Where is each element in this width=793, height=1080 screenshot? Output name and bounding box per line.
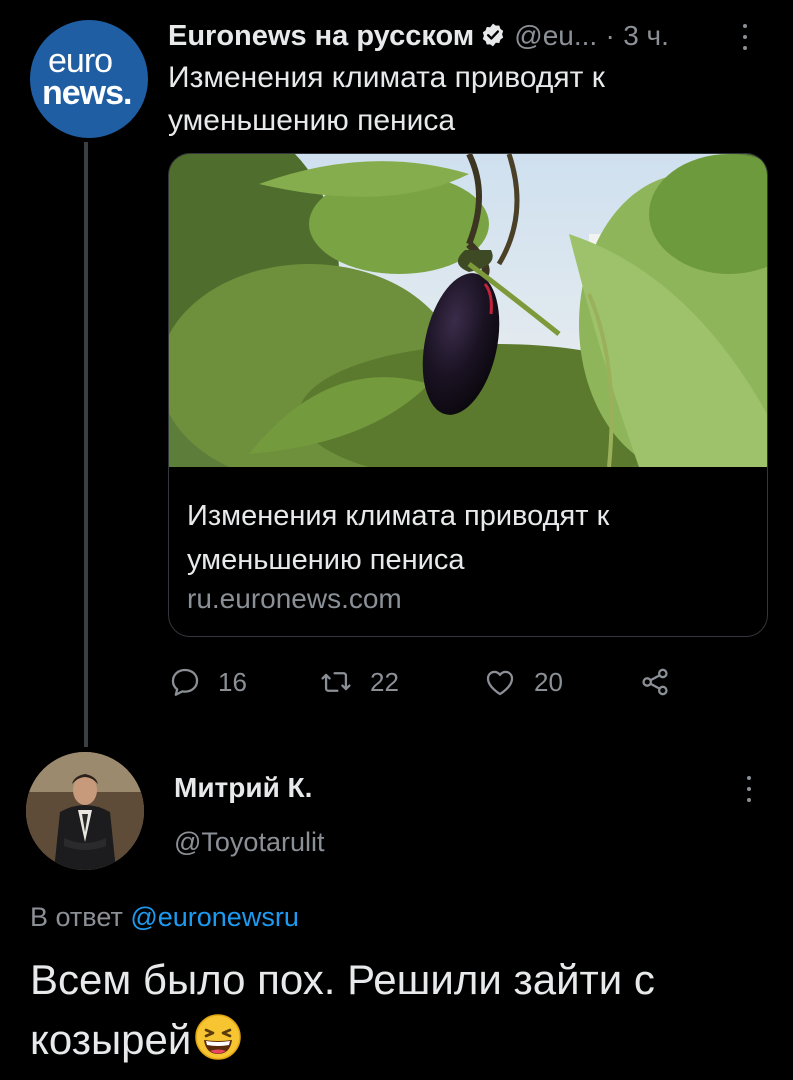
card-title: Изменения климата приводят к уменьшению …: [187, 500, 610, 576]
tweet-text: Изменения климата приводят к уменьшению …: [168, 61, 605, 137]
reply-to-line: В ответ @euronewsru: [30, 899, 299, 935]
tweet-author-handle[interactable]: @eu...: [514, 20, 597, 51]
avatar-logo-line2: news.: [42, 74, 132, 112]
user-avatar[interactable]: [26, 752, 144, 870]
retweet-icon: [321, 672, 351, 692]
reply-text-body: Всем было пох. Решили зайти с козырей: [30, 956, 655, 1063]
retweet-count: 22: [370, 666, 399, 697]
reply-to-prefix: В ответ: [30, 902, 123, 932]
like-count: 20: [534, 666, 563, 697]
reply-author-handle[interactable]: @Toyotarulit: [174, 824, 324, 860]
retweet-button[interactable]: 22: [318, 662, 399, 702]
heart-icon: [486, 670, 514, 696]
reply-to-mention-link[interactable]: @euronewsru: [130, 902, 299, 932]
grinning-squinting-face-icon: [193, 1012, 243, 1062]
verified-badge-icon: [480, 19, 506, 59]
like-button[interactable]: 20: [482, 662, 563, 702]
euronews-avatar[interactable]: euro news.: [30, 20, 148, 138]
reply-icon: [171, 668, 199, 696]
tweet-author-name[interactable]: Euronews на русском: [168, 20, 474, 52]
reply-more-options-icon[interactable]: [742, 774, 756, 804]
eggplant-photo-image: [169, 154, 767, 467]
tweet-more-options-icon[interactable]: [738, 22, 752, 52]
tweet-timestamp[interactable]: 3 ч.: [623, 20, 669, 51]
card-domain: ru.euronews.com: [187, 583, 402, 614]
link-preview-card[interactable]: Изменения климата приводят к уменьшению …: [168, 153, 768, 637]
reply-text: Всем было пох. Решили зайти с козырей: [30, 950, 770, 1070]
reply-author-name[interactable]: Митрий К.: [174, 770, 312, 806]
share-icon: [642, 668, 668, 696]
share-button[interactable]: [638, 662, 688, 702]
thread-connector-line: [84, 142, 88, 747]
avatar-logo-line1: euro: [48, 42, 113, 80]
reply-count: 16: [218, 666, 247, 697]
header-separator: ·: [605, 20, 615, 51]
tweet-header: Euronews на русском @eu... · 3 ч.: [168, 16, 768, 56]
reply-button[interactable]: 16: [168, 662, 247, 702]
tweet-actions-bar: 16 22 20: [168, 662, 768, 702]
